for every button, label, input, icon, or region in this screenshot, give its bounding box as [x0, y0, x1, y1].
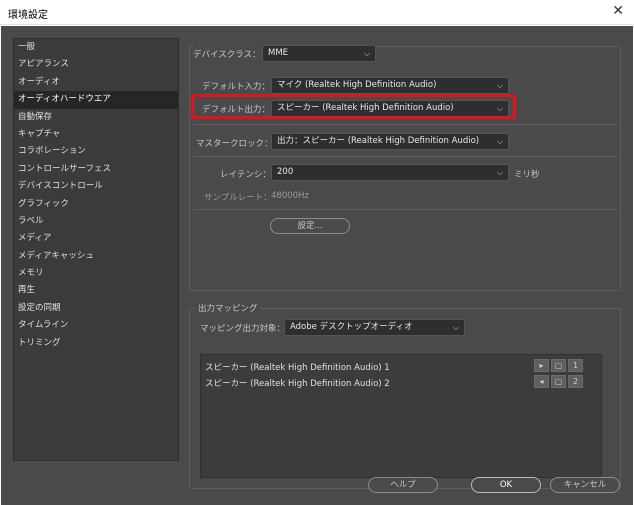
help-button[interactable]: ヘルプ — [368, 477, 438, 493]
device-class-dropdown[interactable]: MME ⌵ — [262, 45, 376, 62]
device-class-label: デバイスクラス： — [193, 49, 261, 60]
master-clock-dropdown[interactable]: 出力：スピーカー (Realtek High Definition Audio)… — [271, 133, 509, 150]
sidebar-item-trimming[interactable]: トリミング — [14, 335, 178, 352]
master-clock-value: 出力：スピーカー (Realtek High Definition Audio) — [277, 136, 480, 146]
sidebar-item-capture[interactable]: キャプチャ — [14, 126, 178, 143]
mapping-target-value: Adobe デスクトップオーディオ — [290, 322, 413, 332]
master-clock-label: マスタークロック： — [196, 139, 273, 149]
sidebar-item-collaboration[interactable]: コラボレーション — [14, 143, 178, 160]
sidebar-item-playback[interactable]: 再生 — [14, 282, 178, 299]
divider — [193, 209, 617, 210]
output-mapping-title: 出力マッピング — [195, 302, 261, 314]
mapping-target-dropdown[interactable]: Adobe デスクトップオーディオ ⌵ — [284, 319, 465, 336]
sidebar-item-memory[interactable]: メモリ — [14, 265, 178, 282]
sidebar-item-audio-hardware[interactable]: オーディオハードウエア — [14, 91, 178, 109]
sidebar-item-control-surface[interactable]: コントロールサーフェス — [14, 161, 178, 178]
sidebar-item-device-control[interactable]: デバイスコントロール — [14, 178, 178, 195]
chevron-down-icon: ⌵ — [452, 323, 459, 332]
default-input-value: マイク (Realtek High Definition Audio) — [277, 80, 437, 90]
sidebar-item-general[interactable]: 一般 — [14, 39, 178, 56]
default-input-label: デフォルト入力： — [202, 82, 271, 92]
sidebar-item-audio[interactable]: オーディオ — [14, 74, 178, 91]
sidebar-item-graphics[interactable]: グラフィック — [14, 196, 178, 213]
device-class-value: MME — [268, 48, 289, 58]
device-class-row: デバイスクラス： — [193, 45, 271, 62]
speaker-icon[interactable]: ▸ — [534, 359, 549, 372]
speaker-icon[interactable]: ◂ — [534, 375, 549, 388]
sidebar-item-media[interactable]: メディア — [14, 230, 178, 247]
chevron-down-icon: ⌵ — [496, 81, 503, 90]
sidebar-item-auto-save[interactable]: 自動保存 — [14, 109, 178, 126]
chevron-down-icon: ⌵ — [496, 137, 503, 146]
close-icon[interactable]: ✕ — [612, 3, 624, 19]
title-bar: 環境設定 ✕ — [0, 0, 634, 25]
sample-rate-label: サンプルレート： — [204, 193, 272, 203]
window-title: 環境設定 — [8, 10, 48, 21]
channel-number: 2 — [568, 375, 583, 388]
chevron-down-icon: ⌵ — [496, 168, 503, 177]
default-input-dropdown[interactable]: マイク (Realtek High Definition Audio) ⌵ — [271, 77, 509, 94]
sidebar-item-timeline[interactable]: タイムライン — [14, 317, 178, 334]
sidebar-item-media-cache[interactable]: メディアキャッシュ — [14, 248, 178, 265]
frame-icon[interactable]: ▢ — [551, 359, 566, 372]
sidebar-item-sync-settings[interactable]: 設定の同期 — [14, 300, 178, 317]
mapping-row-label: スピーカー (Realtek High Definition Audio) 2 — [205, 379, 390, 389]
highlight-box — [191, 94, 516, 119]
chevron-down-icon: ⌵ — [363, 49, 370, 58]
latency-label: レイテンシ： — [220, 170, 271, 180]
sidebar-item-appearance[interactable]: アピアランス — [14, 56, 178, 73]
category-list: 一般 アピアランス オーディオ オーディオハードウエア 自動保存 キャプチャ コ… — [13, 38, 179, 461]
channel-number: 1 — [568, 359, 583, 372]
sidebar-item-labels[interactable]: ラベル — [14, 213, 178, 230]
device-settings-button[interactable]: 設定... — [270, 218, 350, 234]
cancel-button[interactable]: キャンセル — [550, 477, 620, 493]
divider — [193, 156, 617, 157]
frame-icon[interactable]: ▢ — [551, 375, 566, 388]
latency-dropdown[interactable]: 200 ⌵ — [271, 164, 509, 181]
divider — [193, 124, 617, 125]
mapping-target-label: マッピング出力対象： — [200, 324, 286, 334]
output-mapping-list: スピーカー (Realtek High Definition Audio) 1 … — [200, 354, 602, 478]
ok-button[interactable]: OK — [471, 477, 541, 493]
latency-value: 200 — [277, 167, 294, 177]
mapping-row-label: スピーカー (Realtek High Definition Audio) 1 — [205, 363, 390, 373]
latency-unit: ミリ秒 — [514, 170, 540, 180]
sample-rate-value: 48000Hz — [271, 191, 309, 201]
